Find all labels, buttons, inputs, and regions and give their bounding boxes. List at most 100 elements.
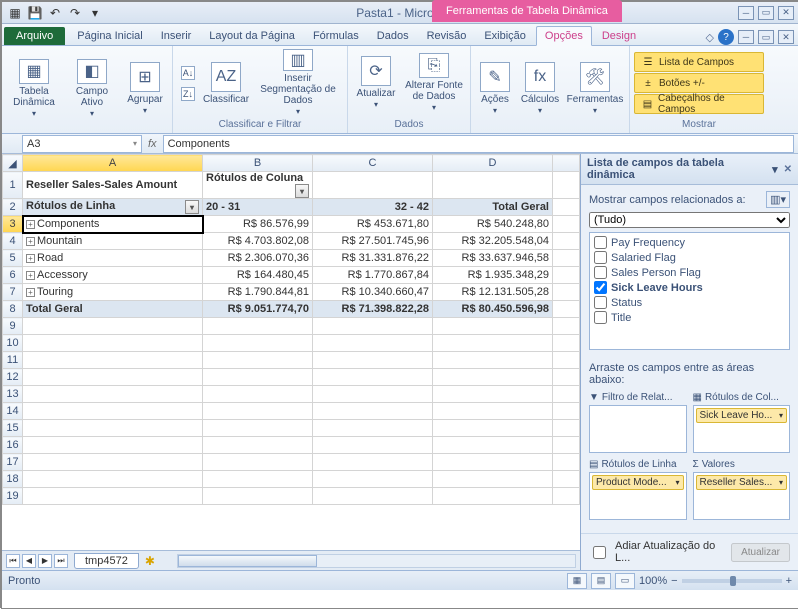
col-B[interactable]: B bbox=[203, 155, 313, 172]
calc-button[interactable]: fxCálculos▾ bbox=[517, 57, 563, 121]
chevron-down-icon[interactable]: ▾ bbox=[779, 478, 783, 487]
cols-area[interactable]: Sick Leave Ho...▾ bbox=[693, 405, 791, 453]
rows-area[interactable]: Product Mode...▾ bbox=[589, 472, 687, 520]
cell[interactable]: 20 - 31 bbox=[203, 199, 313, 216]
cell[interactable]: +Touring bbox=[23, 284, 203, 301]
cell[interactable]: R$ 2.306.070,36 bbox=[203, 250, 313, 267]
expand-icon[interactable]: + bbox=[26, 271, 35, 280]
cell[interactable]: R$ 1.935.348,29 bbox=[433, 267, 553, 284]
row-1[interactable]: 1 bbox=[3, 172, 23, 199]
help-icon[interactable]: ? bbox=[718, 29, 734, 45]
sort-desc-button[interactable]: Z↓ bbox=[177, 84, 199, 104]
cell[interactable]: R$ 453.671,80 bbox=[313, 216, 433, 233]
field-item[interactable]: Salaried Flag bbox=[592, 250, 787, 265]
tab-formulas[interactable]: Fórmulas bbox=[305, 27, 367, 45]
excel-icon[interactable]: ▦ bbox=[6, 4, 24, 22]
sheet-tab[interactable]: tmp4572 bbox=[74, 553, 139, 569]
defer-update-checkbox[interactable] bbox=[593, 546, 606, 559]
cell[interactable]: +Mountain bbox=[23, 233, 203, 250]
undo-icon[interactable]: ↶ bbox=[46, 4, 64, 22]
cell[interactable]: +Accessory bbox=[23, 267, 203, 284]
filter-dropdown-icon[interactable]: ▾ bbox=[185, 200, 199, 214]
filter-area[interactable] bbox=[589, 405, 687, 453]
tab-view[interactable]: Exibição bbox=[476, 27, 534, 45]
restore-button[interactable]: ▭ bbox=[758, 6, 774, 20]
cell[interactable]: 32 - 42 bbox=[313, 199, 433, 216]
tab-layout[interactable]: Layout da Página bbox=[201, 27, 303, 45]
values-area[interactable]: Reseller Sales...▾ bbox=[693, 472, 791, 520]
cell[interactable]: R$ 86.576,99 bbox=[203, 216, 313, 233]
cell[interactable]: R$ 33.637.946,58 bbox=[433, 250, 553, 267]
name-box[interactable]: A3▾ bbox=[22, 135, 142, 153]
row-7[interactable]: 7 bbox=[3, 284, 23, 301]
first-sheet-button[interactable]: ⏮ bbox=[6, 554, 20, 568]
cell[interactable]: R$ 12.131.505,28 bbox=[433, 284, 553, 301]
tab-insert[interactable]: Inserir bbox=[153, 27, 200, 45]
sort-asc-button[interactable]: A↓ bbox=[177, 63, 199, 83]
expand-icon[interactable]: + bbox=[26, 237, 35, 246]
related-tables-select[interactable]: (Tudo) bbox=[589, 212, 790, 228]
layout-icon[interactable]: ▥▾ bbox=[766, 191, 790, 208]
row-5[interactable]: 5 bbox=[3, 250, 23, 267]
page-break-button[interactable]: ▭ bbox=[615, 573, 635, 589]
change-source-button[interactable]: ⎘Alterar Fonte de Dados▾ bbox=[402, 51, 466, 115]
cell[interactable]: R$ 1.790.844,81 bbox=[203, 284, 313, 301]
tab-data[interactable]: Dados bbox=[369, 27, 417, 45]
select-all[interactable]: ◢ bbox=[3, 155, 23, 172]
cell[interactable]: Total Geral bbox=[23, 301, 203, 318]
cell[interactable]: R$ 9.051.774,70 bbox=[203, 301, 313, 318]
tab-review[interactable]: Revisão bbox=[419, 27, 475, 45]
hscrollbar[interactable] bbox=[177, 554, 576, 568]
cell[interactable]: R$ 10.340.660,47 bbox=[313, 284, 433, 301]
workbook-restore[interactable]: ▭ bbox=[758, 30, 774, 44]
col-D[interactable]: D bbox=[433, 155, 553, 172]
expand-icon[interactable]: + bbox=[26, 220, 35, 229]
qat-dropdown-icon[interactable]: ▾ bbox=[86, 4, 104, 22]
cell[interactable]: R$ 4.703.802,08 bbox=[203, 233, 313, 250]
update-button[interactable]: Atualizar bbox=[731, 543, 790, 562]
actions-button[interactable]: ✎Ações▾ bbox=[475, 57, 515, 121]
new-sheet-icon[interactable]: ✱ bbox=[145, 554, 155, 568]
chevron-down-icon[interactable]: ▾ bbox=[675, 478, 679, 487]
cell[interactable]: Total Geral bbox=[433, 199, 553, 216]
workbook-minimize[interactable]: ─ bbox=[738, 30, 754, 44]
col-C[interactable]: C bbox=[313, 155, 433, 172]
active-field-button[interactable]: ◧Campo Ativo▾ bbox=[64, 57, 120, 121]
zoom-out-button[interactable]: − bbox=[671, 575, 677, 587]
pane-close-icon[interactable]: ✕ bbox=[784, 164, 792, 175]
tab-home[interactable]: Página Inicial bbox=[69, 27, 150, 45]
save-icon[interactable]: 💾 bbox=[26, 4, 44, 22]
cell[interactable]: R$ 540.248,80 bbox=[433, 216, 553, 233]
field-item[interactable]: Status bbox=[592, 295, 787, 310]
minimize-button[interactable]: ─ bbox=[738, 6, 754, 20]
zoom-slider[interactable] bbox=[682, 579, 782, 583]
pane-dropdown-icon[interactable]: ▾ bbox=[772, 163, 778, 176]
field-item[interactable]: Pay Frequency bbox=[592, 235, 787, 250]
row-4[interactable]: 4 bbox=[3, 233, 23, 250]
minimize-ribbon-icon[interactable]: ◇ bbox=[706, 31, 714, 44]
row-8[interactable]: 8 bbox=[3, 301, 23, 318]
cell[interactable]: R$ 71.398.822,28 bbox=[313, 301, 433, 318]
area-pill[interactable]: Reseller Sales...▾ bbox=[696, 475, 788, 490]
active-cell[interactable]: +Components bbox=[23, 216, 203, 233]
cell[interactable]: Reseller Sales-Sales Amount bbox=[23, 172, 203, 199]
fx-icon[interactable]: fx bbox=[148, 138, 157, 150]
cell[interactable]: Rótulos de Linha▾ bbox=[23, 199, 203, 216]
area-pill[interactable]: Sick Leave Ho...▾ bbox=[696, 408, 788, 423]
formula-bar[interactable]: Components bbox=[163, 135, 794, 153]
row-6[interactable]: 6 bbox=[3, 267, 23, 284]
expand-icon[interactable]: + bbox=[26, 288, 35, 297]
last-sheet-button[interactable]: ⏭ bbox=[54, 554, 68, 568]
cell[interactable]: +Road bbox=[23, 250, 203, 267]
page-layout-button[interactable]: ▤ bbox=[591, 573, 611, 589]
cell[interactable]: R$ 164.480,45 bbox=[203, 267, 313, 284]
expand-icon[interactable]: + bbox=[26, 254, 35, 263]
file-tab[interactable]: Arquivo bbox=[4, 27, 65, 45]
filter-dropdown-icon[interactable]: ▾ bbox=[295, 184, 309, 198]
zoom-thumb[interactable] bbox=[730, 576, 736, 586]
cell[interactable]: R$ 80.450.596,98 bbox=[433, 301, 553, 318]
group-button[interactable]: ⊞Agrupar▾ bbox=[122, 57, 168, 121]
zoom-level[interactable]: 100% bbox=[639, 575, 667, 587]
cell[interactable]: R$ 27.501.745,96 bbox=[313, 233, 433, 250]
tools-button[interactable]: 🛠Ferramentas▾ bbox=[565, 57, 625, 121]
